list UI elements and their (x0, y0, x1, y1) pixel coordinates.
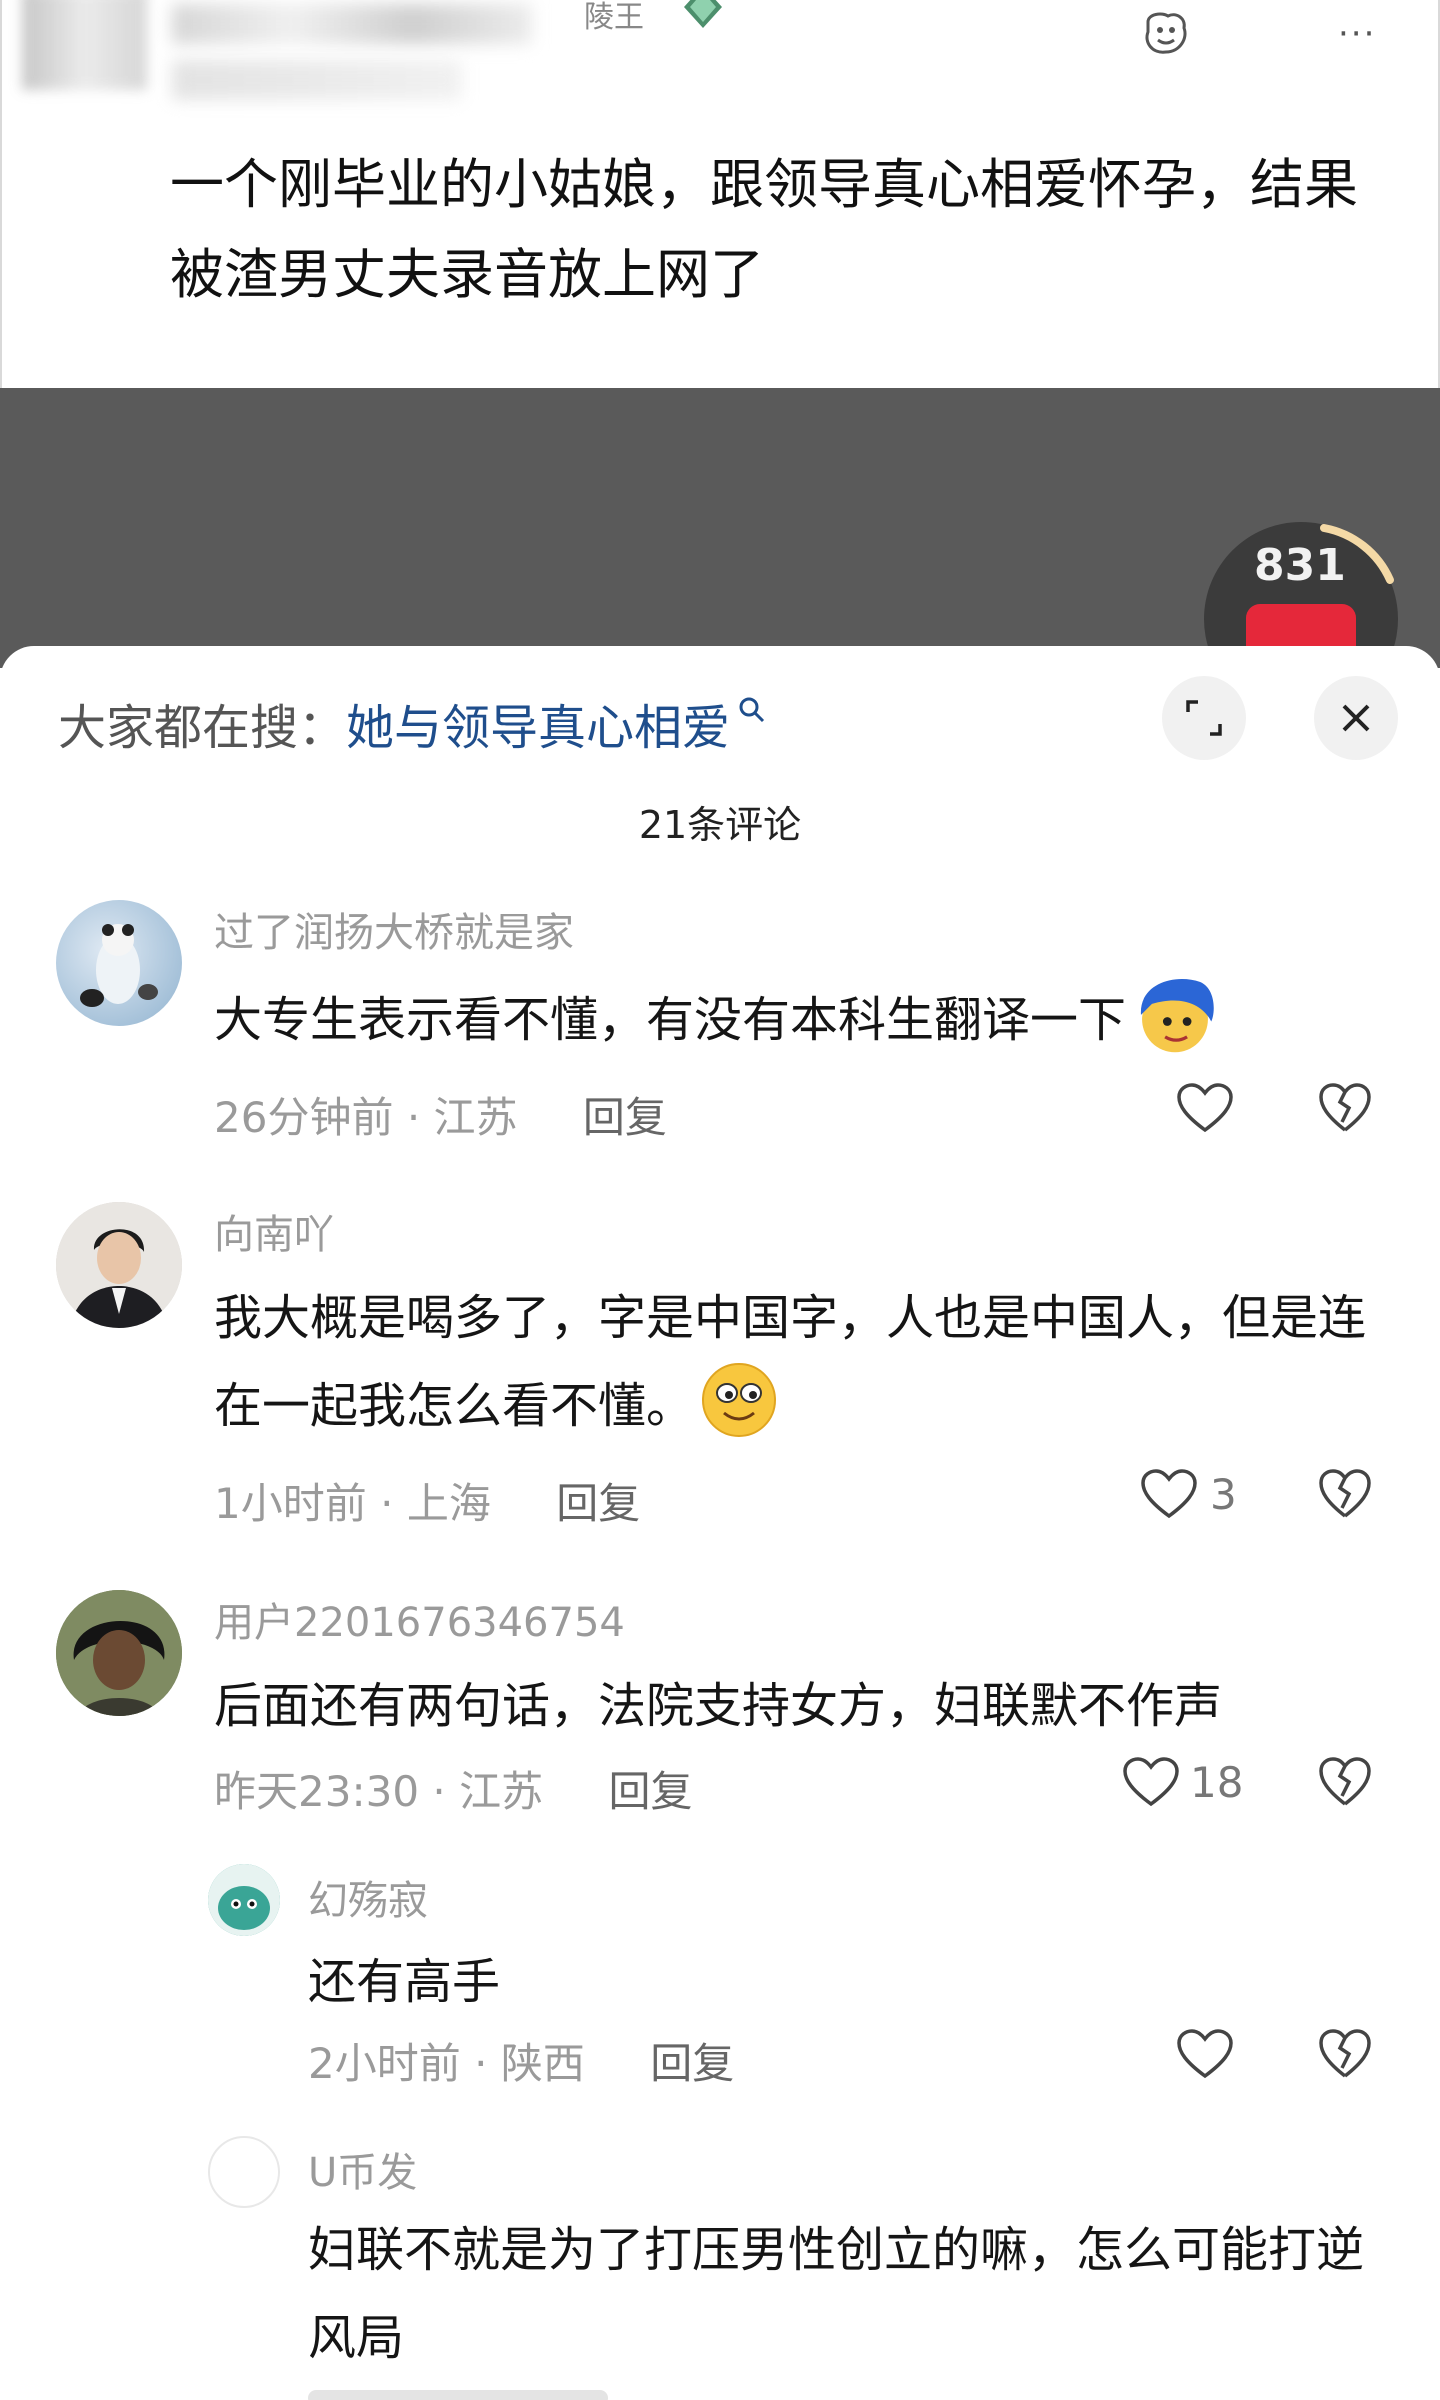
comment-author[interactable]: 用户2201676346754 (214, 1590, 625, 1648)
avatar[interactable] (56, 900, 182, 1026)
comment-text: 大专生表示看不懂，有没有本科生翻译一下 (214, 976, 1394, 1064)
person-avatar-icon (56, 1590, 182, 1716)
avatar[interactable] (56, 1202, 182, 1328)
comment-time: 1小时前 (214, 1479, 367, 1528)
reply-button[interactable]: 回复 (556, 1479, 640, 1528)
comment-author[interactable]: 向南吖 (214, 1202, 334, 1260)
blurred-author-avatar (22, 0, 147, 90)
comment-count: 21条评论 (638, 803, 802, 847)
search-icon (739, 697, 765, 723)
sticker-icon[interactable] (1140, 8, 1192, 60)
avatar[interactable] (208, 2136, 280, 2208)
like-count: 3 (1210, 1470, 1237, 1519)
reply-meta: 2小时前 · 陕西 回复 (308, 2030, 734, 2091)
comment-text-content: 大专生表示看不懂，有没有本科生翻译一下 (214, 992, 1127, 1048)
reply-text: 还有高手 (308, 1954, 501, 2010)
comment-text: 我大概是喝多了，字是中国字，人也是中国人，但是连在一起我怎么看不懂。 (214, 1274, 1384, 1450)
comment-meta: 昨天23:30 · 江苏 回复 (214, 1758, 693, 1819)
reply-author[interactable]: U币发 (308, 2140, 417, 2198)
like-count: 18 (1190, 1758, 1244, 1807)
cut-off-meta (308, 2390, 608, 2400)
blurred-author-name (172, 4, 532, 44)
comment-text: 后面还有两句话，法院支持女方，妇联默不作声 (214, 1678, 1223, 1734)
heart-icon[interactable] (1122, 1756, 1180, 1808)
meta-separator: · (474, 2039, 488, 2088)
broken-heart-icon[interactable] (1318, 2028, 1372, 2080)
heart-icon[interactable] (1176, 2028, 1234, 2080)
reply-button[interactable]: 回复 (583, 1093, 667, 1142)
smile-emoji-icon (702, 1363, 777, 1437)
close-button[interactable] (1314, 676, 1398, 760)
expand-icon (1186, 700, 1222, 736)
like-count: 831 (1254, 540, 1346, 591)
heart-icon[interactable] (1140, 1468, 1198, 1520)
search-prefix: 大家都在搜： (58, 700, 347, 756)
broken-heart-icon[interactable] (1318, 1756, 1372, 1808)
meta-separator: · (406, 1093, 421, 1142)
reply-time: 2小时前 (308, 2039, 461, 2088)
heart-icon[interactable] (1176, 1082, 1234, 1134)
comment-location: 江苏 (433, 1093, 518, 1142)
comment-sheet: 大家都在搜：她与领导真心相爱 21条评论 过了润扬大桥就是家 大专生表示看不懂，… (0, 646, 1440, 2400)
expand-button[interactable] (1162, 676, 1246, 760)
reply-location: 陕西 (500, 2039, 585, 2088)
search-query-link[interactable]: 她与领导真心相爱 (346, 700, 730, 756)
avatar[interactable] (208, 1864, 280, 1936)
comment-location: 上海 (406, 1479, 491, 1528)
meta-separator: · (432, 1767, 446, 1816)
reply-author[interactable]: 幻殇寂 (308, 1868, 428, 1926)
avatar[interactable] (56, 1590, 182, 1716)
reply-button[interactable]: 回复 (609, 1767, 693, 1816)
more-options-icon[interactable]: ··· (1338, 14, 1376, 54)
panda-avatar-icon (80, 924, 158, 1007)
comment-time: 26分钟前 (214, 1093, 394, 1142)
post-text: 一个刚毕业的小姑娘，跟领导真心相爱怀孕，结果被渣男丈夫录音放上网了 (170, 153, 1358, 306)
broken-heart-icon[interactable] (1318, 1082, 1372, 1134)
post-card: 陵王 ··· 一个刚毕业的小姑娘，跟领导真心相爱怀孕，结果被渣男丈夫录音放上网了 (0, 0, 1440, 388)
diamond-icon (684, 0, 722, 28)
author-tag: 陵王 (584, 0, 644, 35)
person-avatar-icon (56, 1202, 182, 1328)
blurred-author-subtitle (172, 60, 462, 100)
reply-button[interactable]: 回复 (650, 2039, 734, 2088)
close-icon (1342, 704, 1370, 732)
bird-avatar-icon (208, 1864, 280, 1936)
comment-author[interactable]: 过了润扬大桥就是家 (214, 900, 574, 958)
search-suggestion[interactable]: 大家都在搜：她与领导真心相爱 (58, 688, 768, 758)
comment-meta: 26分钟前 · 江苏 回复 (214, 1084, 667, 1145)
anime-face-emoji-icon (1140, 979, 1214, 1053)
comment-time: 昨天23:30 (214, 1767, 420, 1816)
comment-location: 江苏 (459, 1767, 544, 1816)
broken-heart-icon[interactable] (1318, 1468, 1372, 1520)
reply-text: 妇联不就是为了打压男性创立的嘛，怎么可能打逆风局 (308, 2222, 1365, 2366)
meta-separator: · (380, 1479, 394, 1528)
comment-text-content: 我大概是喝多了，字是中国字，人也是中国人，但是连在一起我怎么看不懂。 (214, 1290, 1367, 1434)
comment-meta: 1小时前 · 上海 回复 (214, 1470, 640, 1531)
